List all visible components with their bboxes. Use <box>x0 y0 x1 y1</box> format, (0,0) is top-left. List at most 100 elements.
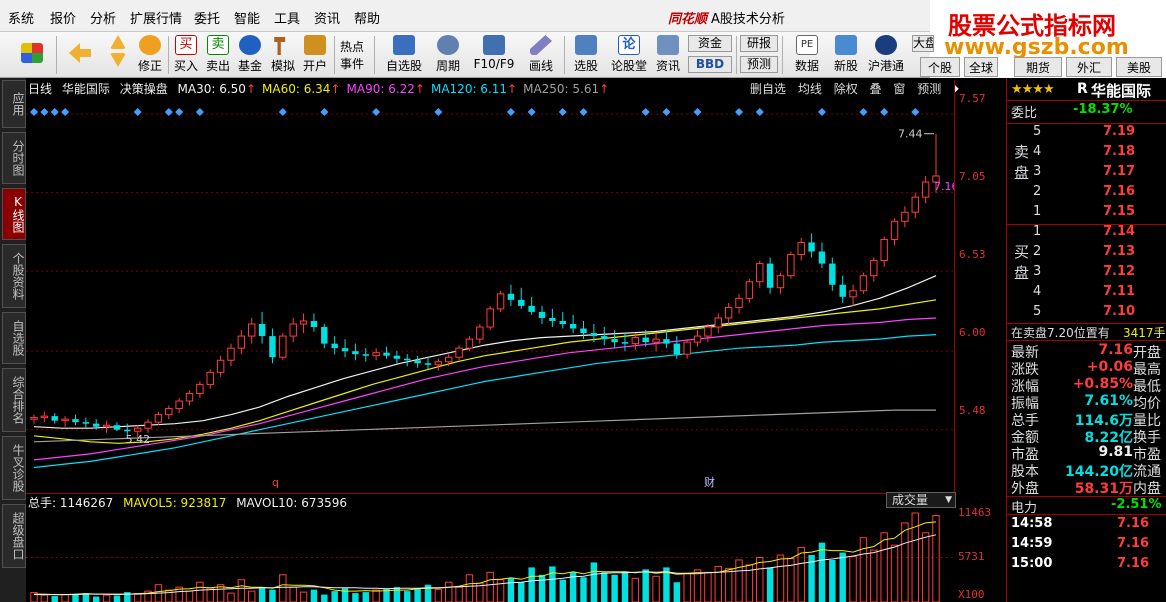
bid-row[interactable]: 4 7.11 <box>1031 284 1166 304</box>
candle-body <box>486 308 494 328</box>
tab-stock[interactable]: 个股 <box>920 57 960 77</box>
up-down-button[interactable] <box>104 35 132 75</box>
ask-row[interactable]: 2 7.16 <box>1031 184 1166 204</box>
hk-connect-label: 沪港通 <box>867 59 904 73</box>
f10-label: F10/F9 <box>473 57 515 71</box>
tab-intraday[interactable]: 分时图 <box>2 132 26 184</box>
color-grid-button[interactable] <box>14 35 50 75</box>
chart-indicator[interactable]: 决策操盘 <box>120 82 168 96</box>
candle-body <box>849 290 857 298</box>
hk-connect-icon <box>875 35 897 55</box>
candle-body <box>507 293 515 300</box>
menu-tools[interactable]: 工具 <box>274 8 300 27</box>
bid-row[interactable]: 2 7.13 <box>1031 244 1166 264</box>
open-account-label: 开户 <box>302 59 327 73</box>
menu-bar: 系统 报价 分析 扩展行情 委托 智能 工具 资讯 帮助 同花顺 A股技术分析 <box>0 0 930 32</box>
hk-connect-button[interactable]: 沪港通 <box>864 35 908 75</box>
tab-stock-info[interactable]: 个股资料 <box>2 244 26 308</box>
screen-icon <box>575 35 597 55</box>
fund-button[interactable]: 基金 <box>236 35 264 75</box>
tab-ranking[interactable]: 综合排名 <box>2 368 26 432</box>
signal-diamond <box>558 108 567 116</box>
menu-system[interactable]: 系统 <box>8 8 34 27</box>
buy-button[interactable]: 买 买入 <box>172 35 200 75</box>
revise-button[interactable]: 修正 <box>136 35 164 75</box>
ipo-button[interactable]: 新股 <box>830 35 862 75</box>
volume-bar <box>518 582 525 602</box>
ma-toggle-button[interactable]: 均线 <box>798 82 822 96</box>
bid-row[interactable]: 3 7.12 <box>1031 264 1166 284</box>
market-button[interactable]: 大盘 <box>912 35 934 52</box>
kline-chart[interactable]: 7.44 7.16 5.42 q 财 <box>26 96 954 492</box>
bid-level: 2 <box>1033 244 1042 259</box>
divider <box>1007 514 1166 515</box>
remove-watchlist-button[interactable]: 删自选 <box>750 82 786 96</box>
chart-period[interactable]: 日线 <box>28 82 52 96</box>
menu-analysis[interactable]: 分析 <box>90 8 116 27</box>
candle-body <box>559 320 566 324</box>
menu-quote[interactable]: 报价 <box>50 8 76 27</box>
ask-level: 3 <box>1033 164 1042 179</box>
tab-apps[interactable]: 应用 <box>2 80 26 128</box>
capital-button[interactable]: 资金 <box>688 35 732 52</box>
forecast-button[interactable]: 预测 <box>740 56 778 73</box>
ask-row[interactable]: 4 7.18 <box>1031 144 1166 164</box>
stock-picker-label: 选股 <box>573 59 598 73</box>
ask-row[interactable]: 5 7.19 <box>1031 124 1166 144</box>
tab-super-panel[interactable]: 超级盘口 <box>2 504 26 568</box>
ask-row[interactable]: 1 7.15 <box>1031 204 1166 224</box>
period-button[interactable]: 周期 <box>428 35 468 75</box>
menu-smart[interactable]: 智能 <box>234 8 260 27</box>
volume-tick: 11463 <box>958 506 992 519</box>
ex-rights-button[interactable]: 除权 <box>834 82 858 96</box>
stock-picker-button[interactable]: 选股 <box>568 35 604 75</box>
price-tick: 7.57 <box>959 92 986 105</box>
tab-global[interactable]: 全球 <box>964 57 998 77</box>
menu-extended[interactable]: 扩展行情 <box>130 8 182 27</box>
hot-label: 热点 <box>339 40 364 54</box>
hot-events-button[interactable]: 热点 事件 <box>336 38 368 78</box>
volume-indicator-select[interactable]: 成交量 ▼ <box>886 492 956 508</box>
menu-news[interactable]: 资讯 <box>314 8 340 27</box>
ma-line <box>33 299 937 444</box>
news-button[interactable]: 资讯 <box>652 35 684 75</box>
toolbar-divider <box>564 36 565 74</box>
toolbar-divider <box>168 36 169 74</box>
bid-row[interactable]: 5 7.10 <box>1031 304 1166 324</box>
ask-row[interactable]: 3 7.17 <box>1031 164 1166 184</box>
candle-body <box>776 275 785 289</box>
divider <box>1007 100 1166 101</box>
tab-forex[interactable]: 外汇 <box>1066 57 1112 77</box>
data-button[interactable]: PE 数据 <box>786 35 828 75</box>
tab-futures[interactable]: 期货 <box>1014 57 1062 77</box>
bbd-button[interactable]: BBD <box>688 56 732 73</box>
signal-diamond <box>527 108 536 116</box>
volume-bar <box>196 581 204 602</box>
menu-entrust[interactable]: 委托 <box>194 8 220 27</box>
f10-button[interactable]: F10/F9 <box>470 35 518 75</box>
forum-button[interactable]: 论 论股堂 <box>608 35 650 75</box>
watchlist-button[interactable]: 自选股 <box>382 35 426 75</box>
bid-row[interactable]: 1 7.14 <box>1031 224 1166 244</box>
tab-watchlist[interactable]: 自选股 <box>2 312 26 364</box>
simulate-button[interactable]: 模拟 <box>268 35 298 75</box>
draw-line-button[interactable]: 画线 <box>522 35 560 75</box>
research-button[interactable]: 研报 <box>740 35 778 52</box>
bid-price: 7.12 <box>1103 264 1136 279</box>
overlay-button[interactable]: 叠 <box>870 82 882 96</box>
back-button[interactable] <box>62 35 98 75</box>
menu-help[interactable]: 帮助 <box>354 8 380 27</box>
forecast-toggle-button[interactable]: 预测 <box>917 82 941 96</box>
tab-diagnosis[interactable]: 牛叉诊股 <box>2 436 26 500</box>
volume-bar <box>92 596 100 602</box>
toolbar-divider <box>334 36 335 74</box>
open-account-button[interactable]: 开户 <box>300 35 330 75</box>
volume-chart[interactable] <box>26 509 954 602</box>
sell-button[interactable]: 卖 卖出 <box>204 35 232 75</box>
tab-us-stocks[interactable]: 美股 <box>1116 57 1162 77</box>
tab-kline[interactable]: K线图 <box>2 188 26 240</box>
window-button[interactable]: 窗 <box>893 82 905 96</box>
sell-note: 在卖盘7.20位置有 <box>1011 326 1110 340</box>
rating-stars: ★★★★ <box>1011 82 1055 97</box>
candle-body <box>444 356 453 363</box>
